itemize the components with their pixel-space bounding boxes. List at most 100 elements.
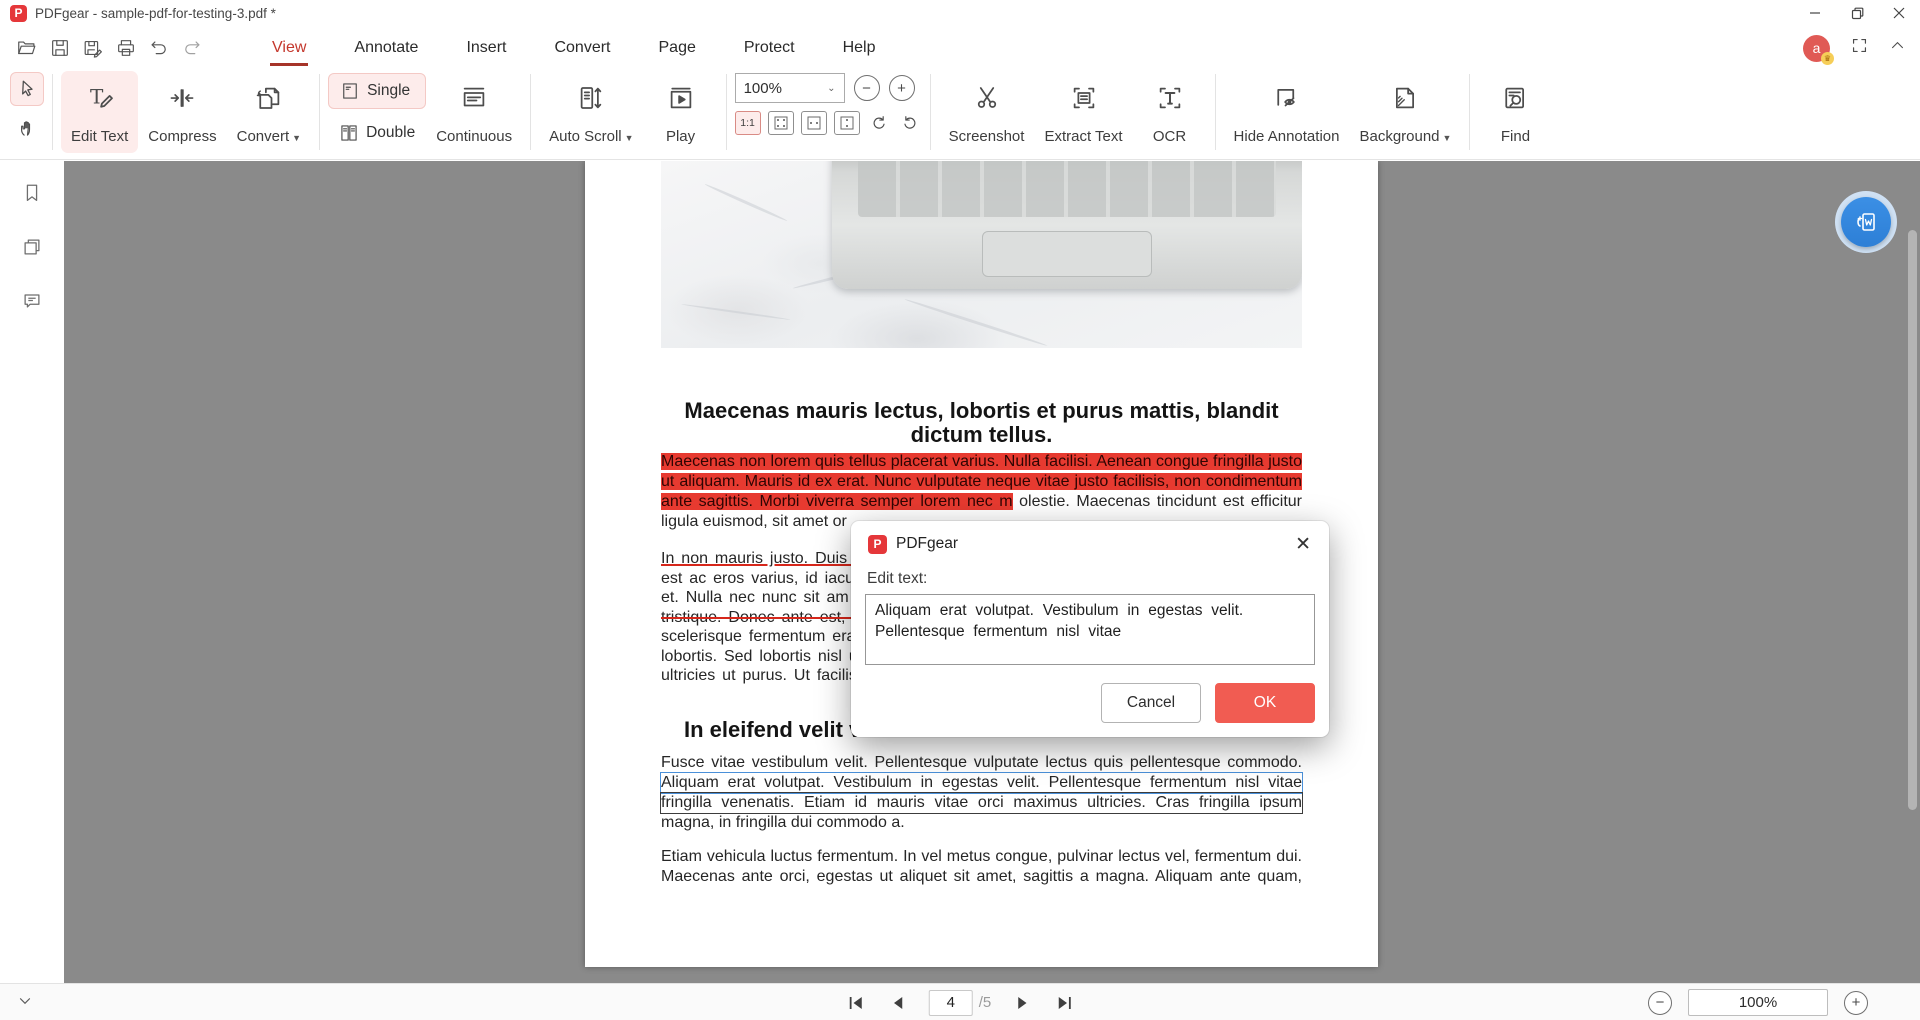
statusbar-zoom-in-button[interactable]: + [1844, 991, 1868, 1015]
edit-text-label: Edit text: [867, 570, 1329, 588]
single-page-button[interactable]: Single [328, 73, 426, 109]
screenshot-button[interactable]: Screenshot [939, 71, 1035, 153]
pdfgear-logo-icon: P [868, 535, 887, 554]
doc-paragraph-3: Fusce vitae vestibulum velit. Pellentesq… [661, 753, 1302, 833]
find-icon [1500, 78, 1530, 118]
bookmarks-panel-button[interactable] [0, 171, 64, 215]
fit-width-button[interactable] [801, 111, 827, 135]
undo-button[interactable] [144, 34, 173, 63]
fit-height-button[interactable] [834, 111, 860, 135]
menu-annotate[interactable]: Annotate [352, 30, 420, 66]
premium-crown-badge: ♛ [1821, 52, 1834, 65]
edit-text-input[interactable]: Aliquam erat volutpat. Vestibulum in ege… [865, 594, 1315, 665]
convert-button[interactable]: Convert▼ [227, 71, 311, 153]
plain-text: est ac eros varius, id iacul [661, 569, 859, 589]
menu-view[interactable]: View [270, 30, 308, 66]
edit-text-label: Edit Text [71, 128, 128, 145]
previous-page-button[interactable] [887, 991, 909, 1015]
collapse-ribbon-button[interactable] [1889, 37, 1906, 59]
plain-text: Maecenas ante orci, egestas ut aliquet s… [661, 867, 1302, 887]
ok-button[interactable]: OK [1215, 683, 1315, 723]
edit-text-button[interactable]: T Edit Text [61, 71, 138, 153]
plain-text: et. Nulla nec nunc sit am [661, 588, 859, 608]
next-page-button[interactable] [1011, 991, 1033, 1015]
hide-annotation-button[interactable]: Hide Annotation [1224, 71, 1350, 153]
background-text: Background [1359, 128, 1439, 145]
convert-icon [254, 78, 284, 118]
divider [319, 74, 320, 150]
ocr-icon [1155, 78, 1185, 118]
heading1-line1: Maecenas mauris lectus, lobortis et puru… [661, 399, 1302, 423]
zoom-in-button[interactable]: + [889, 75, 915, 101]
fit-page-button[interactable] [768, 111, 794, 135]
page-number-input[interactable]: 4 [929, 990, 973, 1016]
selected-text-dark-box[interactable]: fringilla venenatis. Etiam id mauris vit… [661, 793, 1302, 813]
auto-scroll-button[interactable]: Auto Scroll▼ [539, 71, 643, 153]
single-label: Single [367, 82, 410, 100]
restore-button[interactable] [1836, 0, 1878, 26]
plain-text: olestie. Maecenas tincidunt est efficitu… [1019, 493, 1302, 510]
select-tool-button[interactable] [10, 72, 44, 106]
menu-help[interactable]: Help [841, 30, 878, 66]
highlighted-text: Maecenas non lorem quis tellus placerat … [661, 453, 1302, 470]
page-thumbnails-button[interactable] [0, 225, 64, 269]
compress-label: Compress [148, 128, 216, 145]
compress-button[interactable]: Compress [138, 71, 226, 153]
vertical-scrollbar[interactable] [1908, 230, 1917, 810]
laptop-image [832, 161, 1302, 289]
fullscreen-button[interactable] [1850, 36, 1869, 60]
selected-text-blue-box[interactable]: Aliquam erat volutpat. Vestibulum in ege… [661, 773, 1302, 793]
cancel-button[interactable]: Cancel [1101, 683, 1201, 723]
highlighted-text: ut aliquam. Mauris id ex erat. Nunc vulp… [661, 473, 1302, 490]
first-page-button[interactable] [845, 991, 867, 1015]
rotate-ccw-button[interactable] [898, 111, 922, 135]
zoom-level-dropdown[interactable]: 100% ⌄ [735, 73, 845, 103]
zoom-out-button[interactable]: − [854, 75, 880, 101]
extract-text-label: Extract Text [1044, 128, 1122, 145]
dialog-header: P PDFgear ✕ [851, 521, 1329, 557]
strikethrough-text: tristique. Donec ante est, l [661, 608, 859, 628]
find-button[interactable]: Find [1478, 71, 1552, 153]
chevron-down-icon: ▼ [1443, 133, 1452, 143]
hand-tool-button[interactable] [10, 113, 44, 143]
divider [930, 74, 931, 150]
close-button[interactable] [1878, 0, 1920, 26]
extract-text-button[interactable]: Extract Text [1034, 71, 1132, 153]
redo-button[interactable] [177, 34, 206, 63]
menu-protect[interactable]: Protect [742, 30, 797, 66]
background-button[interactable]: Background ▼ [1349, 71, 1461, 153]
open-file-button[interactable] [12, 34, 41, 63]
last-page-button[interactable] [1053, 991, 1075, 1015]
account-area: a ♛ [1803, 35, 1906, 62]
dialog-title: PDFgear [896, 535, 958, 553]
save-button[interactable] [45, 34, 74, 63]
rotate-cw-button[interactable] [867, 111, 891, 135]
ocr-button[interactable]: OCR [1133, 71, 1207, 153]
chevron-down-icon: ▼ [292, 133, 301, 143]
user-avatar[interactable]: a ♛ [1803, 35, 1830, 62]
comments-panel-button[interactable] [0, 279, 64, 323]
menu-convert[interactable]: Convert [552, 30, 612, 66]
find-label: Find [1501, 128, 1530, 145]
statusbar-zoom-out-button[interactable]: − [1648, 991, 1672, 1015]
quick-access-toolbar [12, 34, 206, 63]
auto-scroll-icon [576, 78, 606, 118]
background-label: Background ▼ [1359, 128, 1451, 145]
play-button[interactable]: Play [644, 71, 718, 153]
zoom-group: 100% ⌄ − + 1:1 [735, 73, 922, 135]
collapse-statusbar-button[interactable] [16, 992, 34, 1015]
menu-insert[interactable]: Insert [464, 30, 508, 66]
minimize-button[interactable] [1794, 0, 1836, 26]
actual-size-button[interactable]: 1:1 [735, 111, 761, 135]
dialog-close-button[interactable]: ✕ [1291, 533, 1315, 556]
underlined-text: In non mauris justo. Duis v [661, 549, 859, 569]
double-page-button[interactable]: Double [328, 115, 426, 151]
menu-page[interactable]: Page [657, 30, 698, 66]
convert-to-word-float-button[interactable] [1835, 191, 1897, 253]
page-navigation: 4 /5 [845, 984, 1076, 1020]
save-as-button[interactable] [78, 34, 107, 63]
pointer-tools [10, 72, 44, 143]
print-button[interactable] [111, 34, 140, 63]
statusbar-zoom-value[interactable]: 100% [1688, 989, 1828, 1016]
continuous-button[interactable]: Continuous [426, 71, 522, 153]
